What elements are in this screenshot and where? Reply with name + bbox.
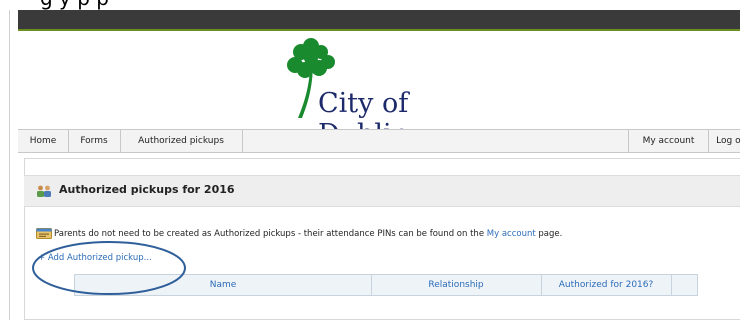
column-header-name[interactable]: Name (75, 275, 372, 295)
cropped-header-text: g y p p (0, 0, 740, 10)
city-logo[interactable]: City of Dublin (280, 38, 480, 150)
column-header-relationship[interactable]: Relationship (371, 275, 542, 295)
column-header-authorized[interactable]: Authorized for 2016? (541, 275, 672, 295)
panel-title: Authorized pickups for 2016 (59, 183, 235, 196)
people-icon (37, 185, 51, 197)
panel-header: Authorized pickups for 2016 (24, 175, 740, 207)
left-border (9, 10, 10, 320)
nav-home[interactable]: Home (18, 130, 69, 152)
nav-authorized-pickups[interactable]: Authorized pickups (120, 130, 243, 152)
info-text-end: page. (535, 229, 563, 239)
nav-forms[interactable]: Forms (68, 130, 121, 152)
top-bar (18, 10, 740, 31)
nav-bar: Home Forms Authorized pickups My account… (18, 129, 740, 153)
pickups-table-header: Name Relationship Authorized for 2016? (74, 274, 698, 296)
nav-my-account[interactable]: My account (628, 130, 709, 152)
add-authorized-pickup-link[interactable]: + Add Authorized pickup... (38, 253, 152, 263)
nav-log-out[interactable]: Log out (708, 130, 740, 152)
info-message: Parents do not need to be created as Aut… (36, 228, 562, 242)
my-account-link[interactable]: My account (487, 229, 536, 239)
info-text-start: Parents do not need to be created as Aut… (54, 229, 487, 239)
column-header-actions (671, 275, 697, 295)
info-card-icon (36, 228, 52, 239)
